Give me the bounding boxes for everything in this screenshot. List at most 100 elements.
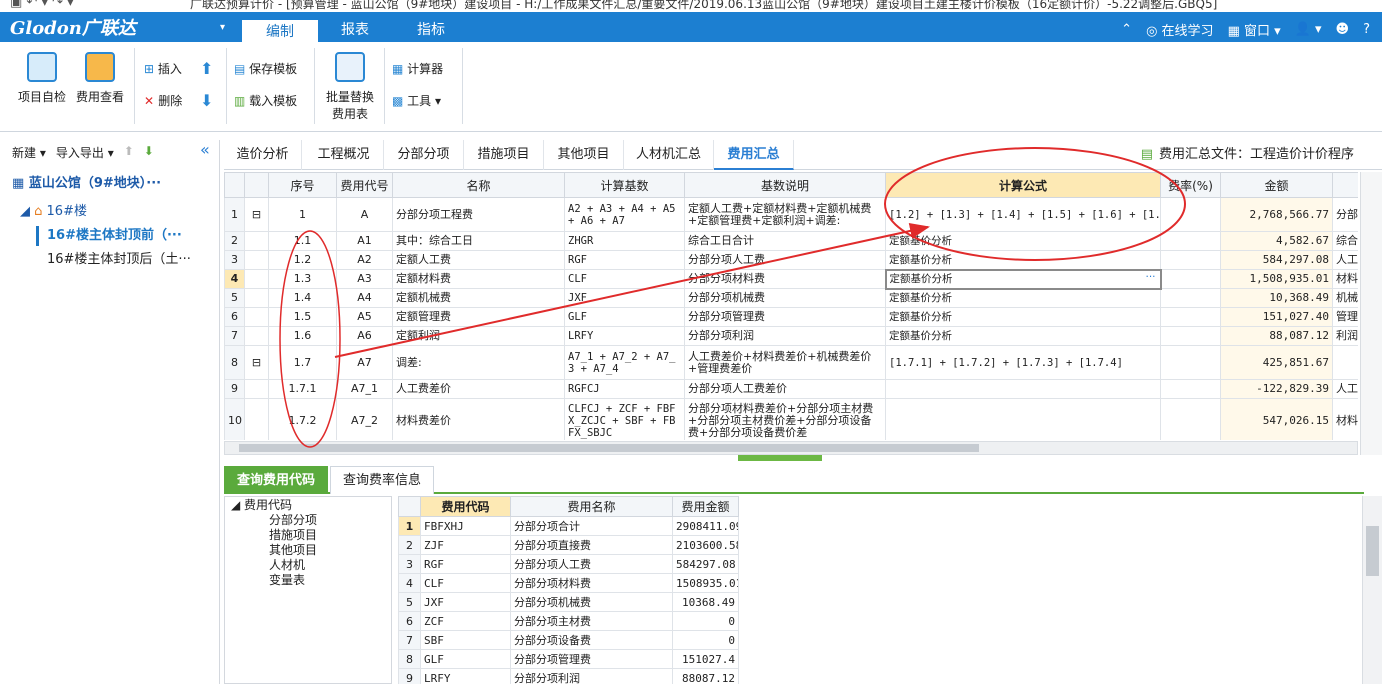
code-cell[interactable]: A5: [336, 307, 393, 327]
extra-cell[interactable]: 综合工: [1332, 231, 1358, 251]
extra-cell[interactable]: 利润: [1332, 326, 1358, 346]
save-template-button[interactable]: ▤ 保存模板: [234, 58, 297, 80]
fee-code-category[interactable]: 人材机: [269, 558, 305, 573]
collapse-panel-icon[interactable]: «: [200, 140, 210, 160]
fee-row[interactable]: 4 1.3 A3 定额材料费 CLF 分部分项材料费 定额基价分析 ··· 1,508,935.…: [224, 268, 1358, 290]
base-desc-cell[interactable]: 人工费差价+材料费差价+机械费差价+管理费差价: [684, 345, 886, 380]
summary-file-indicator[interactable]: ▤ 费用汇总文件：工程造价计价程序: [1141, 140, 1354, 170]
tab-sub-items[interactable]: 分部分项: [384, 140, 464, 170]
amount-cell[interactable]: -122,829.39: [1220, 379, 1333, 399]
seq-cell[interactable]: 1.7: [268, 345, 337, 380]
batch-replace-button[interactable]: 批量替换 费用表: [320, 52, 380, 122]
fee-code-row[interactable]: 7 SBF 分部分项设备费 0: [398, 630, 739, 650]
base-desc-cell[interactable]: 分部分项管理费: [684, 307, 886, 327]
tree-toggle[interactable]: [244, 326, 269, 346]
tree-toggle[interactable]: [244, 379, 269, 399]
extra-cell[interactable]: 人工费: [1332, 379, 1358, 399]
amount-cell[interactable]: 88,087.12: [1220, 326, 1333, 346]
formula-cell[interactable]: 定额基价分析: [885, 231, 1161, 251]
tab-fee-summary[interactable]: 费用汇总: [714, 140, 794, 170]
fee-code-cell[interactable]: SBF: [420, 630, 511, 650]
tab-query-rate-info[interactable]: 查询费率信息: [330, 466, 434, 494]
arrow-down-icon[interactable]: ⬇: [144, 144, 154, 164]
fee-amount-cell[interactable]: 0: [672, 630, 739, 650]
fee-code-cell[interactable]: GLF: [420, 649, 511, 669]
extra-cell[interactable]: 机械费: [1332, 288, 1358, 308]
base-cell[interactable]: JXF: [564, 288, 685, 308]
name-cell[interactable]: 分部分项工程费: [392, 197, 565, 232]
scrollbar-thumb[interactable]: [239, 444, 979, 452]
fee-row[interactable]: 2 1.1A1其中：综合工日ZHGR综合工日合计定额基价分析 4,582.67综合工: [224, 231, 1358, 251]
base-cell[interactable]: CLF: [564, 269, 685, 289]
fee-amount-cell[interactable]: 88087.12: [672, 668, 739, 684]
amount-cell[interactable]: 1,508,935.01: [1220, 269, 1333, 289]
formula-cell[interactable]: 定额基价分析: [885, 326, 1161, 346]
fee-row[interactable]: 5 1.4A4定额机械费JXF分部分项机械费定额基价分析 10,368.49机械费: [224, 288, 1358, 308]
extra-cell[interactable]: 人工费: [1332, 250, 1358, 270]
rate-cell[interactable]: [1160, 288, 1221, 308]
base-desc-cell[interactable]: 分部分项材料费: [684, 269, 886, 289]
base-cell[interactable]: A2 + A3 + A4 + A5 + A6 + A7: [564, 197, 685, 232]
fee-code-cell[interactable]: ZCF: [420, 611, 511, 631]
fee-code-row[interactable]: 6 ZCF 分部分项主材费 0: [398, 611, 739, 631]
base-desc-cell[interactable]: 定额人工费+定额材料费+定额机械费+定额管理费+定额利润+调差:: [684, 197, 886, 232]
user-icon[interactable]: 👤 ▾: [1295, 22, 1322, 37]
formula-cell[interactable]: [885, 398, 1161, 440]
fee-amount-cell[interactable]: 1508935.01: [672, 573, 739, 593]
fee-amount-cell[interactable]: 2908411.09: [672, 516, 739, 536]
tree-toggle[interactable]: [244, 307, 269, 327]
base-desc-cell[interactable]: 分部分项材料费差价+分部分项主材费+分部分项主材费价差+分部分项设备费+分部分项…: [684, 398, 886, 440]
tree-project[interactable]: ▦ 蓝山公馆（9#地块）···: [12, 174, 161, 194]
amount-cell[interactable]: 151,027.40: [1220, 307, 1333, 327]
col-header-base-desc[interactable]: 基数说明: [684, 172, 886, 198]
fee-code-row[interactable]: 4 CLF 分部分项材料费 1508935.01: [398, 573, 739, 593]
amount-cell[interactable]: 4,582.67: [1220, 231, 1333, 251]
col-header-fee-name[interactable]: 费用名称: [510, 496, 673, 517]
tab-measures[interactable]: 措施项目: [464, 140, 544, 170]
fee-code-row[interactable]: 5 JXF 分部分项机械费 10368.49: [398, 592, 739, 612]
col-header-seq[interactable]: 序号: [268, 172, 337, 198]
col-header-fee-amount[interactable]: 费用金额: [672, 496, 739, 517]
fee-amount-cell[interactable]: 584297.08: [672, 554, 739, 574]
col-header-extra[interactable]: [1332, 172, 1358, 198]
tree-unit-selected[interactable]: 16#楼主体封顶前（···: [36, 226, 182, 246]
amount-cell[interactable]: 10,368.49: [1220, 288, 1333, 308]
fee-name-cell[interactable]: 分部分项管理费: [510, 649, 673, 669]
tab-project-overview[interactable]: 工程概况: [304, 140, 384, 170]
fee-code-row[interactable]: 3 RGF 分部分项人工费 584297.08: [398, 554, 739, 574]
formula-cell[interactable]: [1.7.1] + [1.7.2] + [1.7.3] + [1.7.4]: [885, 345, 1161, 380]
tree-toggle[interactable]: [244, 269, 269, 289]
formula-cell[interactable]: [1.2] + [1.3] + [1.4] + [1.5] + [1.6] + …: [885, 197, 1161, 232]
fee-code-cell[interactable]: CLF: [420, 573, 511, 593]
load-template-button[interactable]: ▥ 载入模板: [234, 90, 297, 112]
fee-row[interactable]: 10 1.7.2 A7_2 材料费差价 CLFCJ + ZCF + FBFX_ZCJC …: [224, 398, 1358, 440]
extra-cell[interactable]: [1332, 345, 1358, 380]
app-logo-menu[interactable]: Glodon广联达 ▾: [10, 15, 225, 39]
name-cell[interactable]: 材料费差价: [392, 398, 565, 440]
name-cell[interactable]: 定额管理费: [392, 307, 565, 327]
fee-code-cell[interactable]: FBFXHJ: [420, 516, 511, 536]
fee-amount-cell[interactable]: 151027.4: [672, 649, 739, 669]
move-down-arrow-icon[interactable]: ⬇: [200, 90, 213, 112]
calculator-button[interactable]: ▦ 计算器: [392, 58, 443, 80]
fee-code-cell[interactable]: RGF: [420, 554, 511, 574]
base-cell[interactable]: GLF: [564, 307, 685, 327]
move-up-arrow-icon[interactable]: ⬆: [200, 58, 213, 80]
seq-cell[interactable]: 1.6: [268, 326, 337, 346]
vertical-scrollbar[interactable]: [1362, 496, 1382, 684]
amount-cell[interactable]: 425,851.67: [1220, 345, 1333, 380]
name-cell[interactable]: 定额人工费: [392, 250, 565, 270]
rate-cell[interactable]: [1160, 398, 1221, 440]
col-header-name[interactable]: 名称: [392, 172, 565, 198]
self-check-button[interactable]: 项目自检: [12, 52, 72, 105]
code-cell[interactable]: A2: [336, 250, 393, 270]
seq-cell[interactable]: 1.5: [268, 307, 337, 327]
code-cell[interactable]: A3: [336, 269, 393, 289]
delete-button[interactable]: ✕ 删除: [144, 90, 182, 112]
tab-cost-analysis[interactable]: 造价分析: [224, 140, 302, 170]
col-header-base[interactable]: 计算基数: [564, 172, 685, 198]
base-cell[interactable]: LRFY: [564, 326, 685, 346]
tab-other-items[interactable]: 其他项目: [544, 140, 624, 170]
fee-row[interactable]: 6 1.5A5定额管理费GLF分部分项管理费定额基价分析 151,027.40管理费: [224, 307, 1358, 327]
fee-row[interactable]: 9 1.7.1 A7_1 人工费差价 RGFCJ 分部分项人工费差价 -122,829.39…: [224, 379, 1358, 399]
